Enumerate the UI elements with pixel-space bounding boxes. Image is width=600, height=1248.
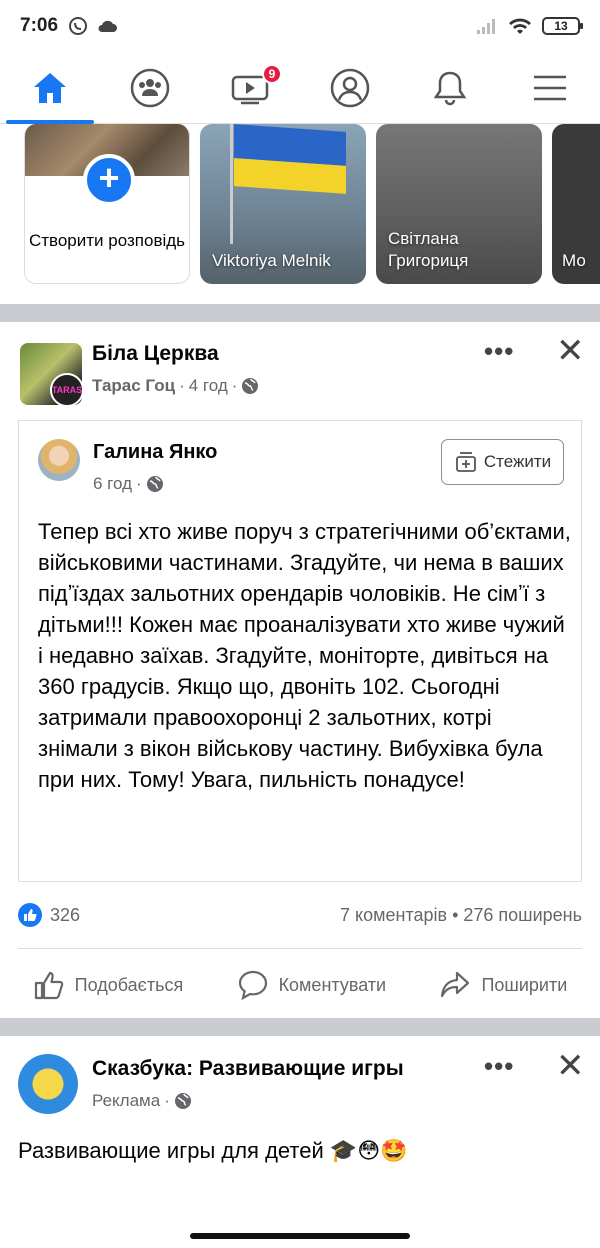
stories-tray: + Створити розповідь Viktoriya Melnik Св… bbox=[0, 124, 600, 304]
create-story-label: Створити розповідь bbox=[28, 231, 186, 250]
cloud-icon bbox=[98, 20, 118, 32]
nav-groups[interactable] bbox=[100, 52, 200, 123]
group-avatar[interactable]: TARAS bbox=[20, 343, 82, 405]
sponsored-label[interactable]: Реклама bbox=[92, 1091, 160, 1111]
watch-badge: 9 bbox=[262, 64, 282, 84]
ad-text: Развивающие игры для детей 🎓😳🤩 bbox=[18, 1138, 408, 1163]
shared-author-name[interactable]: Галина Янко bbox=[93, 441, 217, 464]
globe-icon bbox=[174, 1093, 191, 1109]
follow-icon bbox=[455, 452, 476, 472]
story-card[interactable]: Світлана Григориця bbox=[376, 124, 542, 284]
nav-watch[interactable]: 9 bbox=[200, 52, 300, 123]
ad-meta: Реклама · bbox=[92, 1091, 192, 1111]
post-time[interactable]: 4 год bbox=[189, 376, 228, 396]
post-text: Тепер всі хто живе поруч з стратегічними… bbox=[38, 519, 571, 792]
feed-divider bbox=[0, 304, 600, 322]
story-card[interactable]: Мо bbox=[552, 124, 600, 284]
like-label: Подобається bbox=[74, 974, 184, 995]
author-avatar: TARAS bbox=[50, 373, 82, 405]
viber-icon bbox=[69, 17, 88, 35]
ad-title[interactable]: Сказбука: Развивающие игры bbox=[92, 1057, 404, 1081]
feed-divider bbox=[0, 1018, 600, 1036]
nav-profile[interactable] bbox=[300, 52, 400, 123]
bell-icon bbox=[433, 71, 467, 105]
comment-icon bbox=[238, 970, 267, 1001]
group-name[interactable]: Біла Церква bbox=[92, 342, 219, 366]
share-label: Поширити bbox=[481, 974, 568, 995]
shared-post: Галина Янко 6 год · Стежити Тепер всі хт… bbox=[18, 420, 582, 882]
share-icon bbox=[441, 971, 470, 998]
story-author: Viktoriya Melnik bbox=[212, 251, 331, 270]
nav-home[interactable] bbox=[0, 52, 100, 124]
shared-author-avatar[interactable] bbox=[38, 439, 80, 481]
like-button[interactable]: Подобається bbox=[33, 969, 184, 1001]
battery-indicator: 13 bbox=[542, 17, 583, 35]
shared-post-meta: 6 год · bbox=[93, 474, 164, 494]
nav-notifications[interactable] bbox=[400, 52, 500, 123]
story-card[interactable]: Viktoriya Melnik bbox=[200, 124, 366, 284]
signal-icon bbox=[477, 19, 495, 34]
separator bbox=[18, 948, 582, 949]
comment-button[interactable]: Коментувати bbox=[237, 969, 387, 1001]
status-bar: 7:06 13 bbox=[0, 0, 600, 52]
comments-shares-count[interactable]: 7 коментарів • 276 поширень bbox=[340, 905, 582, 926]
like-reaction-icon[interactable] bbox=[18, 903, 42, 927]
shared-post-time[interactable]: 6 год bbox=[93, 474, 132, 494]
more-options-icon[interactable]: ••• bbox=[484, 1053, 514, 1079]
close-icon[interactable]: ✕ bbox=[556, 334, 585, 368]
top-navigation: 9 bbox=[0, 52, 600, 124]
comment-label: Коментувати bbox=[278, 974, 387, 995]
more-options-icon[interactable]: ••• bbox=[484, 338, 514, 364]
groups-icon bbox=[130, 68, 170, 107]
profile-icon bbox=[330, 68, 370, 107]
thumbs-up-icon bbox=[34, 971, 63, 1000]
story-author: Світлана Григориця bbox=[388, 229, 469, 270]
post-meta: Тарас Гоц · 4 год · bbox=[92, 376, 259, 396]
globe-icon bbox=[146, 476, 163, 492]
close-icon[interactable]: ✕ bbox=[556, 1049, 585, 1083]
globe-icon bbox=[242, 378, 259, 394]
nav-menu[interactable] bbox=[500, 52, 600, 123]
menu-icon bbox=[534, 75, 566, 100]
home-icon bbox=[34, 72, 66, 103]
wifi-icon bbox=[509, 18, 531, 34]
story-author: Мо bbox=[562, 251, 586, 270]
share-button[interactable]: Поширити bbox=[439, 969, 567, 1001]
ad-avatar[interactable] bbox=[18, 1054, 78, 1114]
post-actions: Подобається Коментувати Поширити bbox=[0, 962, 600, 1008]
plus-icon: + bbox=[83, 154, 135, 206]
reaction-count[interactable]: 326 bbox=[50, 905, 80, 926]
follow-label: Стежити bbox=[483, 452, 552, 471]
home-indicator[interactable] bbox=[190, 1233, 410, 1239]
post-author[interactable]: Тарас Гоц bbox=[92, 376, 175, 396]
create-story-card[interactable]: + Створити розповідь bbox=[24, 124, 190, 284]
reactions-bar: 326 7 коментарів • 276 поширень bbox=[18, 898, 582, 932]
status-time: 7:06 bbox=[20, 15, 59, 36]
follow-button[interactable]: Стежити bbox=[441, 439, 564, 485]
